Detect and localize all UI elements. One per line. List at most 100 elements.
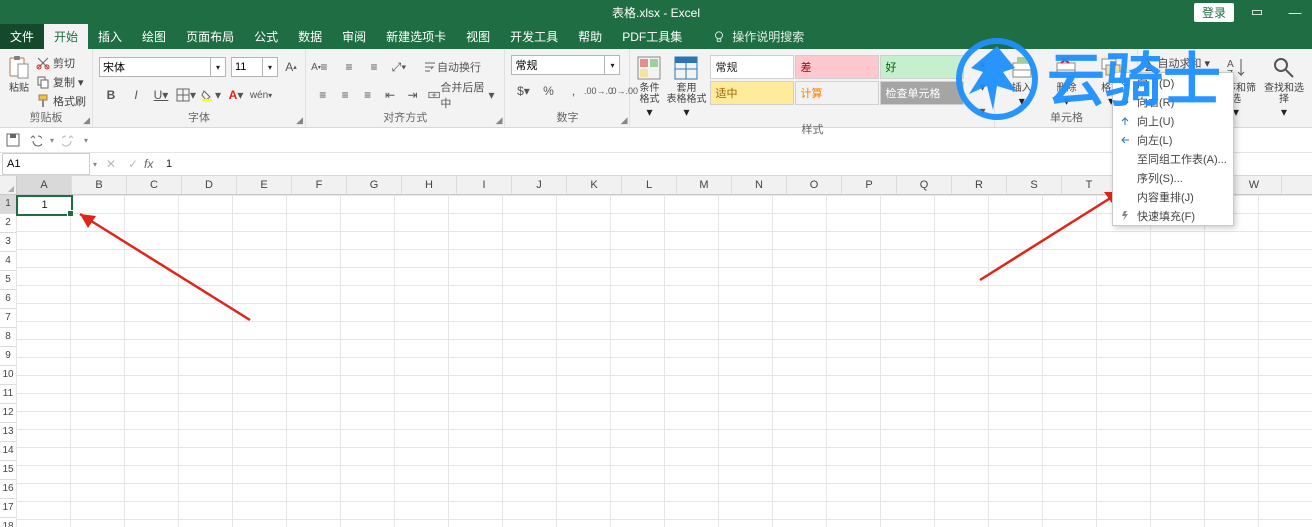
- fill-up-item[interactable]: 向上(U): [1113, 111, 1233, 130]
- redo-icon[interactable]: [62, 133, 76, 147]
- tab-developer[interactable]: 开发工具: [500, 24, 568, 49]
- tab-view[interactable]: 视图: [456, 24, 500, 49]
- copy-button[interactable]: 复制▾: [36, 74, 86, 90]
- name-box[interactable]: [2, 153, 90, 175]
- delete-button[interactable]: 删除▾: [1046, 51, 1087, 108]
- undo-icon[interactable]: [28, 133, 42, 147]
- col-header[interactable]: F: [292, 176, 347, 194]
- row-header[interactable]: 4: [0, 252, 16, 271]
- tab-help[interactable]: 帮助: [568, 24, 612, 49]
- tab-formulas[interactable]: 公式: [244, 24, 288, 49]
- login-button[interactable]: 登录: [1194, 3, 1234, 22]
- col-header[interactable]: J: [512, 176, 567, 194]
- comma-button[interactable]: ,: [561, 79, 585, 103]
- tab-insert[interactable]: 插入: [88, 24, 132, 49]
- row-header[interactable]: 9: [0, 347, 16, 366]
- col-header[interactable]: E: [237, 176, 292, 194]
- font-color-button[interactable]: A▾: [224, 83, 248, 107]
- col-header[interactable]: O: [787, 176, 842, 194]
- cancel-formula-icon[interactable]: ✕: [100, 157, 122, 171]
- format-painter-button[interactable]: 格式刷: [36, 93, 86, 109]
- select-all-corner[interactable]: [0, 176, 17, 194]
- row-header[interactable]: 15: [0, 461, 16, 480]
- align-top-button[interactable]: ≡: [312, 55, 336, 79]
- row-header[interactable]: 11: [0, 385, 16, 404]
- tab-pdf[interactable]: PDF工具集: [612, 24, 692, 49]
- tab-data[interactable]: 数据: [288, 24, 332, 49]
- row-header[interactable]: 17: [0, 499, 16, 518]
- row-header[interactable]: 12: [0, 404, 16, 423]
- row-header[interactable]: 5: [0, 271, 16, 290]
- qat-customize-icon[interactable]: ▾: [84, 136, 88, 145]
- col-header[interactable]: S: [1007, 176, 1062, 194]
- style-gallery-more-icon[interactable]: ▾: [970, 99, 994, 123]
- font-size-combo[interactable]: ▾: [231, 57, 278, 77]
- percent-button[interactable]: %: [536, 79, 560, 103]
- underline-button[interactable]: U▾: [149, 83, 173, 107]
- col-header[interactable]: Q: [897, 176, 952, 194]
- tab-review[interactable]: 审阅: [332, 24, 376, 49]
- number-format-combo[interactable]: ▾: [511, 55, 620, 75]
- insert-button[interactable]: 插入▾: [1001, 51, 1042, 108]
- fill-right-item[interactable]: 向右(R): [1113, 92, 1233, 111]
- minimize-icon[interactable]: —: [1280, 5, 1310, 20]
- wrap-text-button[interactable]: 自动换行: [419, 55, 485, 79]
- style-good[interactable]: 好: [880, 55, 964, 79]
- style-gallery-down-icon[interactable]: ▾: [970, 75, 994, 99]
- cut-button[interactable]: 剪切: [36, 55, 86, 71]
- ribbon-display-options-icon[interactable]: ▭: [1242, 4, 1272, 20]
- row-header[interactable]: 8: [0, 328, 16, 347]
- style-calc[interactable]: 计算: [795, 81, 879, 105]
- dialog-launcher-icon[interactable]: ◢: [621, 115, 628, 126]
- find-select-button[interactable]: 查找和选择▾: [1262, 51, 1306, 119]
- col-header[interactable]: M: [677, 176, 732, 194]
- tab-home[interactable]: 开始: [44, 24, 88, 49]
- col-header[interactable]: C: [127, 176, 182, 194]
- enter-formula-icon[interactable]: ✓: [122, 157, 144, 171]
- undo-dropdown-icon[interactable]: ▾: [50, 136, 54, 145]
- row-header[interactable]: 16: [0, 480, 16, 499]
- accounting-button[interactable]: $▾: [511, 79, 535, 103]
- format-as-table-button[interactable]: 套用 表格格式▾: [666, 51, 706, 119]
- dialog-launcher-icon[interactable]: ◢: [296, 115, 303, 126]
- style-normal[interactable]: 常规: [710, 55, 794, 79]
- fill-color-button[interactable]: ▾: [199, 83, 223, 107]
- border-button[interactable]: ▾: [174, 83, 198, 107]
- tab-layout[interactable]: 页面布局: [176, 24, 244, 49]
- style-gallery-up-icon[interactable]: ▴: [970, 51, 994, 75]
- col-header[interactable]: W: [1227, 176, 1282, 194]
- cell-area[interactable]: 1: [16, 195, 1312, 527]
- row-header[interactable]: 2: [0, 214, 16, 233]
- fill-down-item[interactable]: 向下(D): [1113, 73, 1233, 92]
- col-header[interactable]: P: [842, 176, 897, 194]
- col-header[interactable]: B: [72, 176, 127, 194]
- selected-cell-a1[interactable]: 1: [16, 195, 73, 216]
- fill-left-item[interactable]: 向左(L): [1113, 130, 1233, 149]
- fill-justify-item[interactable]: 内容重排(J): [1113, 187, 1233, 206]
- tab-new[interactable]: 新建选项卡: [376, 24, 456, 49]
- name-box-dropdown-icon[interactable]: ▾: [90, 160, 100, 169]
- col-header[interactable]: H: [402, 176, 457, 194]
- fill-across-item[interactable]: 至同组工作表(A)...: [1113, 149, 1233, 168]
- col-header[interactable]: G: [347, 176, 402, 194]
- italic-button[interactable]: I: [124, 83, 148, 107]
- indent-increase-button[interactable]: ⇥: [402, 83, 423, 107]
- phonetic-button[interactable]: wén▾: [249, 83, 273, 107]
- col-header[interactable]: L: [622, 176, 677, 194]
- conditional-format-button[interactable]: 条件格式▾: [636, 51, 662, 119]
- row-header[interactable]: 1: [0, 195, 16, 214]
- dialog-launcher-icon[interactable]: ◢: [496, 115, 503, 126]
- style-neutral[interactable]: 适中: [710, 81, 794, 105]
- insert-function-icon[interactable]: fx: [144, 157, 162, 171]
- orientation-button[interactable]: ⤢▾: [387, 55, 411, 79]
- col-header[interactable]: A: [17, 176, 72, 194]
- fill-flash-item[interactable]: 快速填充(F): [1113, 206, 1233, 225]
- merge-button[interactable]: 合并后居中▾: [424, 83, 498, 107]
- col-header[interactable]: D: [182, 176, 237, 194]
- dialog-launcher-icon[interactable]: ◢: [83, 115, 90, 126]
- row-header[interactable]: 13: [0, 423, 16, 442]
- autosum-button[interactable]: ∑自动求和▾: [1144, 55, 1210, 71]
- grow-font-button[interactable]: A▴: [279, 55, 303, 79]
- font-name-combo[interactable]: ▾: [99, 57, 226, 77]
- tab-draw[interactable]: 绘图: [132, 24, 176, 49]
